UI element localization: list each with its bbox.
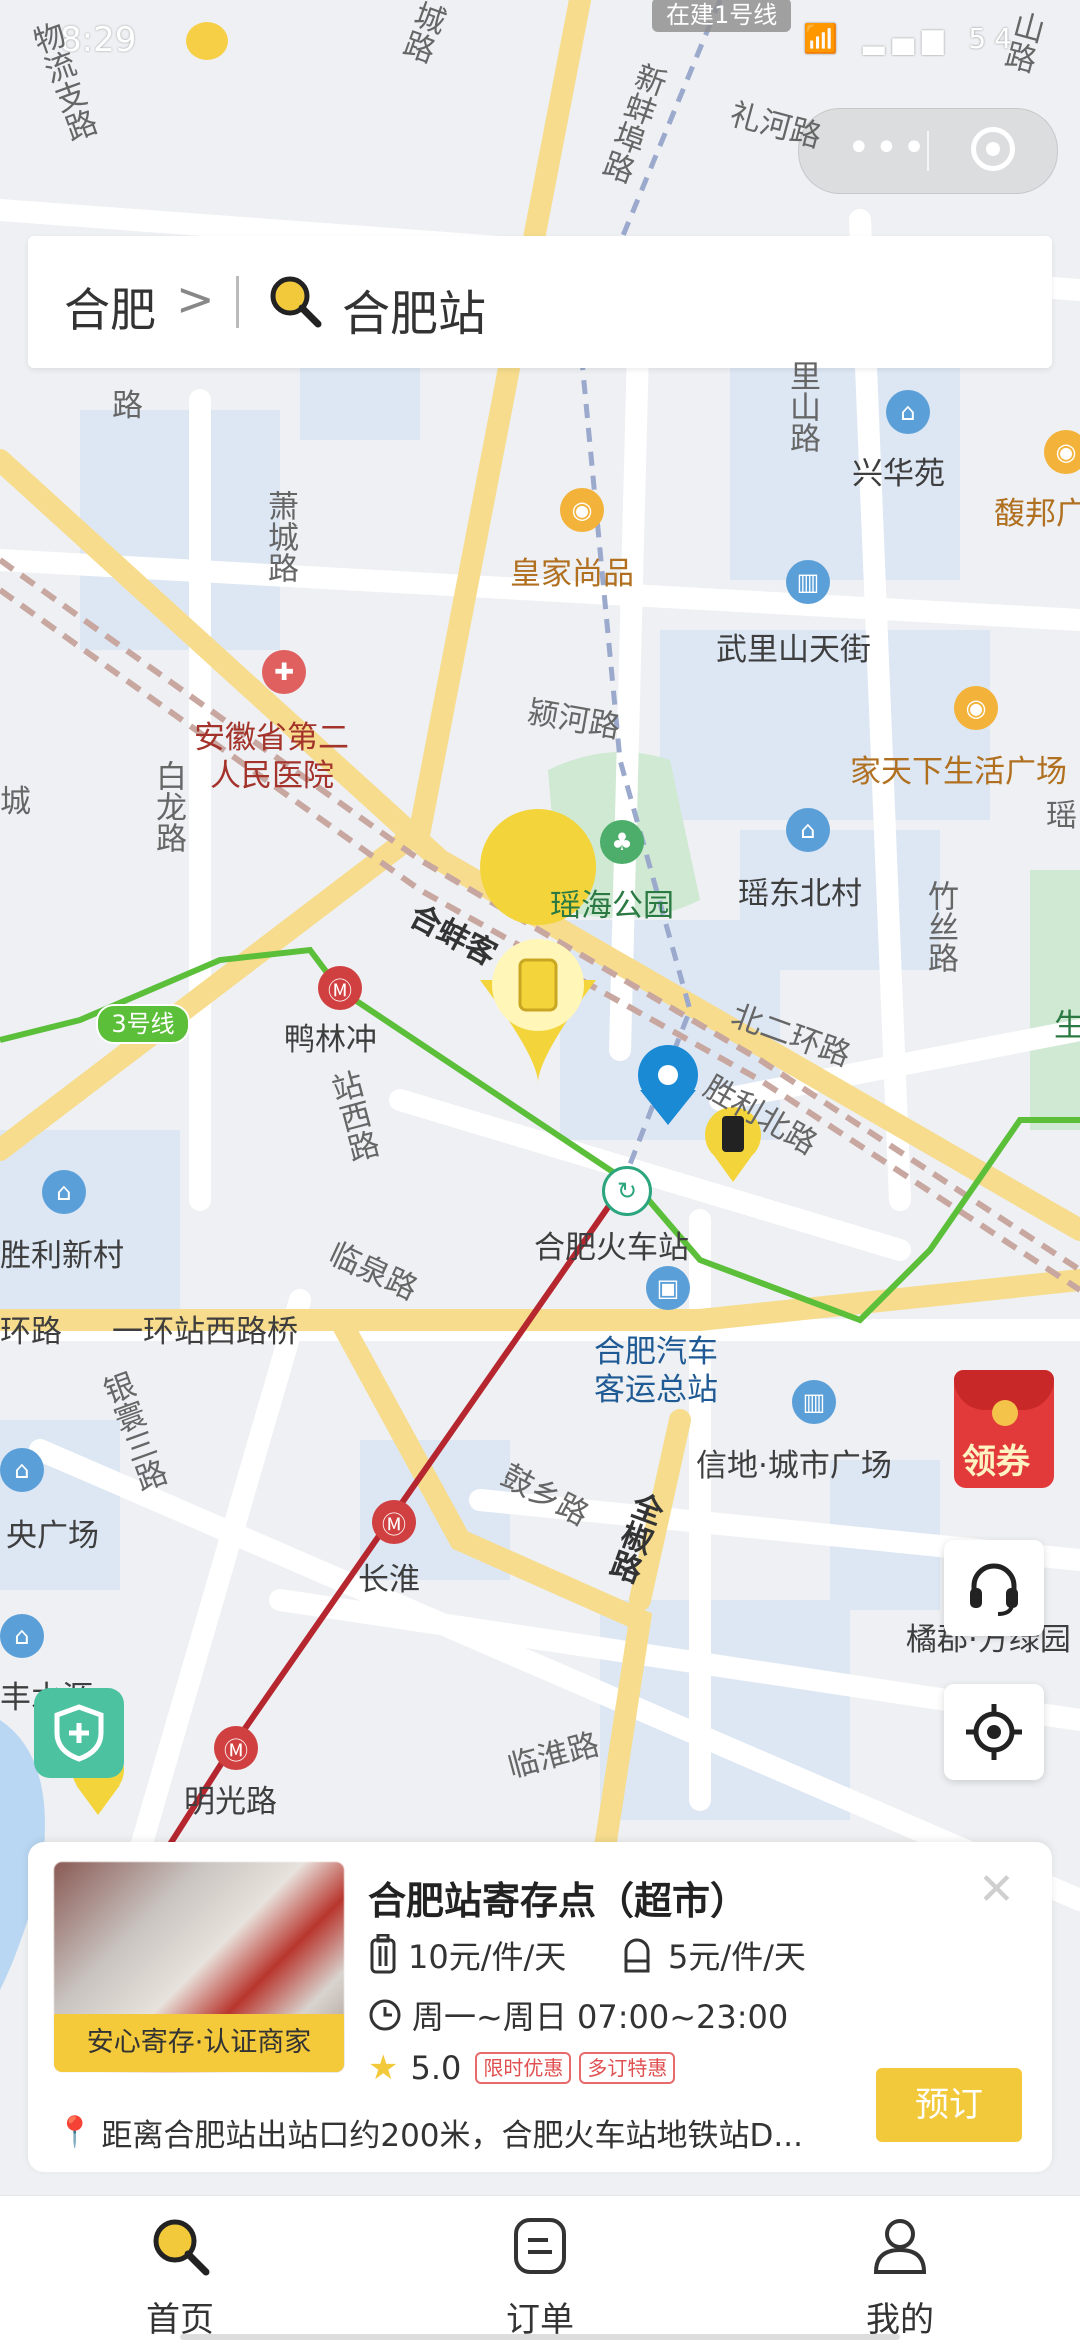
map-label: 路 [112, 388, 143, 424]
search-input[interactable]: 合肥站 [342, 274, 486, 344]
locate-me-button[interactable] [944, 1684, 1044, 1780]
star-icon: ★ [368, 2048, 399, 2088]
metro-station-icon: Ⓜ [214, 1726, 258, 1770]
backpack-icon [624, 1938, 650, 1973]
tab-profile[interactable]: 我的 [800, 2196, 1000, 2341]
tab-orders[interactable]: 订单 [440, 2196, 640, 2341]
residential-poi-icon: ⌂ [886, 390, 930, 434]
more-icon[interactable]: ••• [847, 125, 930, 171]
certified-badge: 安心寄存·认证商家 [54, 2014, 344, 2072]
rating-value: 5.0 [410, 2049, 462, 2087]
map-label: 生 [1054, 1008, 1080, 1044]
metro-station-icon: Ⓜ [318, 966, 362, 1010]
status-bar: 8:29 在建1号线 📶 ▂▄▆ 54 [0, 0, 1080, 80]
bus-station-icon: ▣ [646, 1266, 690, 1310]
map-label: 白龙路 [150, 760, 186, 853]
map-label: 馥邦广 [994, 496, 1080, 532]
map-label: 兴华苑 [852, 456, 945, 492]
coin-icon [992, 1400, 1018, 1426]
map-label: 瑶 [1046, 798, 1077, 834]
search-divider [236, 276, 239, 328]
park-poi-icon: ♣ [600, 820, 644, 864]
close-miniapp-icon[interactable] [971, 127, 1015, 171]
hospital-poi-icon: ✚ [262, 650, 306, 694]
search-bar: 合肥 > 合肥站 [28, 236, 1052, 368]
map-label: 家天下生活广场 [850, 754, 1067, 790]
shield-icon [54, 1704, 104, 1762]
price-small-luggage: 5元/件/天 [620, 1932, 806, 1978]
building-poi-icon: ▥ [786, 560, 830, 604]
map-label: 皇家尚品 [510, 556, 634, 592]
line3-badge: 3号线 [96, 1004, 190, 1044]
metro-station-icon: Ⓜ [372, 1500, 416, 1544]
map-label: 环路 [0, 1314, 62, 1350]
rating-row: ★ 5.0 限时优惠 多订特惠 [368, 2048, 676, 2088]
opening-hours: 周一~周日 07:00~23:00 [368, 1992, 788, 2038]
map-label: 瑶海公园 [550, 888, 674, 924]
tab-home[interactable]: 首页 [80, 2196, 280, 2341]
price-large-luggage: 10元/件/天 [368, 1932, 566, 1978]
price-small-text: 5元/件/天 [668, 1938, 806, 1976]
shopping-poi-icon: ◉ [954, 686, 998, 730]
shopping-poi-icon: ◉ [1044, 430, 1080, 474]
map-label: 一环站西路桥 [112, 1314, 298, 1350]
map-label: 里山路 [784, 360, 820, 453]
clock-icon [369, 1999, 401, 2031]
map-label: 萧城路 [262, 490, 298, 583]
weibo-icon [186, 22, 228, 60]
close-card-icon[interactable]: ✕ [978, 1864, 1015, 1915]
chevron-right-icon[interactable]: > [176, 272, 215, 326]
map-label: 城 [0, 784, 31, 820]
map-label: 人民医院 [210, 758, 334, 794]
map-label: 武里山天街 [716, 632, 871, 668]
capsule-divider [927, 131, 929, 171]
map-label: 央广场 [6, 1518, 99, 1554]
location-pin-icon: 📍 [56, 2115, 94, 2150]
headset-icon [970, 1563, 1018, 1616]
customer-service-button[interactable] [944, 1540, 1044, 1636]
map-label: 信地·城市广场 [696, 1448, 892, 1484]
residential-poi-icon: ⌂ [42, 1170, 86, 1214]
status-icons: 📶 ▂▄▆ 54 [803, 22, 1020, 55]
promo-tag: 多订特惠 [579, 2052, 676, 2084]
bottom-tab-bar: 首页 订单 我的 [0, 2195, 1080, 2341]
residential-poi-icon: ⌂ [0, 1448, 44, 1492]
storage-point-card[interactable]: 安心寄存·认证商家 ✕ 合肥站寄存点（超市） 10元/件/天 5元/件/天 周一… [28, 1842, 1052, 2172]
safety-shield-button[interactable] [34, 1688, 124, 1778]
order-icon [514, 2218, 566, 2274]
map-label: 竹丝路 [922, 880, 958, 973]
shopping-poi-icon: ◉ [560, 488, 604, 532]
map-label: 客运总站 [594, 1372, 718, 1408]
residential-poi-icon: ⌂ [786, 808, 830, 852]
map-label: 胜利新村 [0, 1238, 124, 1274]
map-label: 鸭林冲 [284, 1022, 377, 1058]
residential-poi-icon: ⌂ [0, 1614, 44, 1658]
search-icon [270, 276, 322, 328]
address-text: 距离合肥站出站口约200米，合肥火车站地铁站D... [101, 2118, 803, 2154]
map-label: 合肥火车站 [534, 1230, 689, 1266]
transfer-station-icon: ↻ [602, 1166, 652, 1216]
search-icon [153, 2219, 210, 2276]
building-poi-icon: ▥ [792, 1380, 836, 1424]
coupon-button[interactable]: 领券 [954, 1370, 1080, 1490]
profile-icon [873, 2219, 927, 2274]
coupon-label: 领券 [962, 1442, 1030, 1482]
city-selector[interactable]: 合肥 [64, 274, 156, 340]
home-indicator [180, 2334, 900, 2340]
address-row: 📍 距离合肥站出站口约200米，合肥火车站地铁站D... [56, 2110, 803, 2155]
suitcase-icon [370, 1934, 396, 1974]
map-label: 瑶东北村 [738, 876, 862, 912]
map-label: 明光路 [184, 1784, 277, 1820]
price-large-text: 10元/件/天 [408, 1938, 567, 1976]
crosshair-icon [966, 1704, 1022, 1760]
book-button[interactable]: 预订 [876, 2068, 1022, 2142]
miniapp-capsule: ••• [798, 108, 1058, 194]
construction-line-label: 在建1号线 [652, 0, 792, 32]
card-title: 合肥站寄存点（超市） [368, 1879, 749, 1923]
hours-text: 周一~周日 07:00~23:00 [412, 1998, 789, 2036]
map-label: 长淮 [358, 1562, 420, 1598]
promo-tag: 限时优惠 [475, 2052, 572, 2084]
